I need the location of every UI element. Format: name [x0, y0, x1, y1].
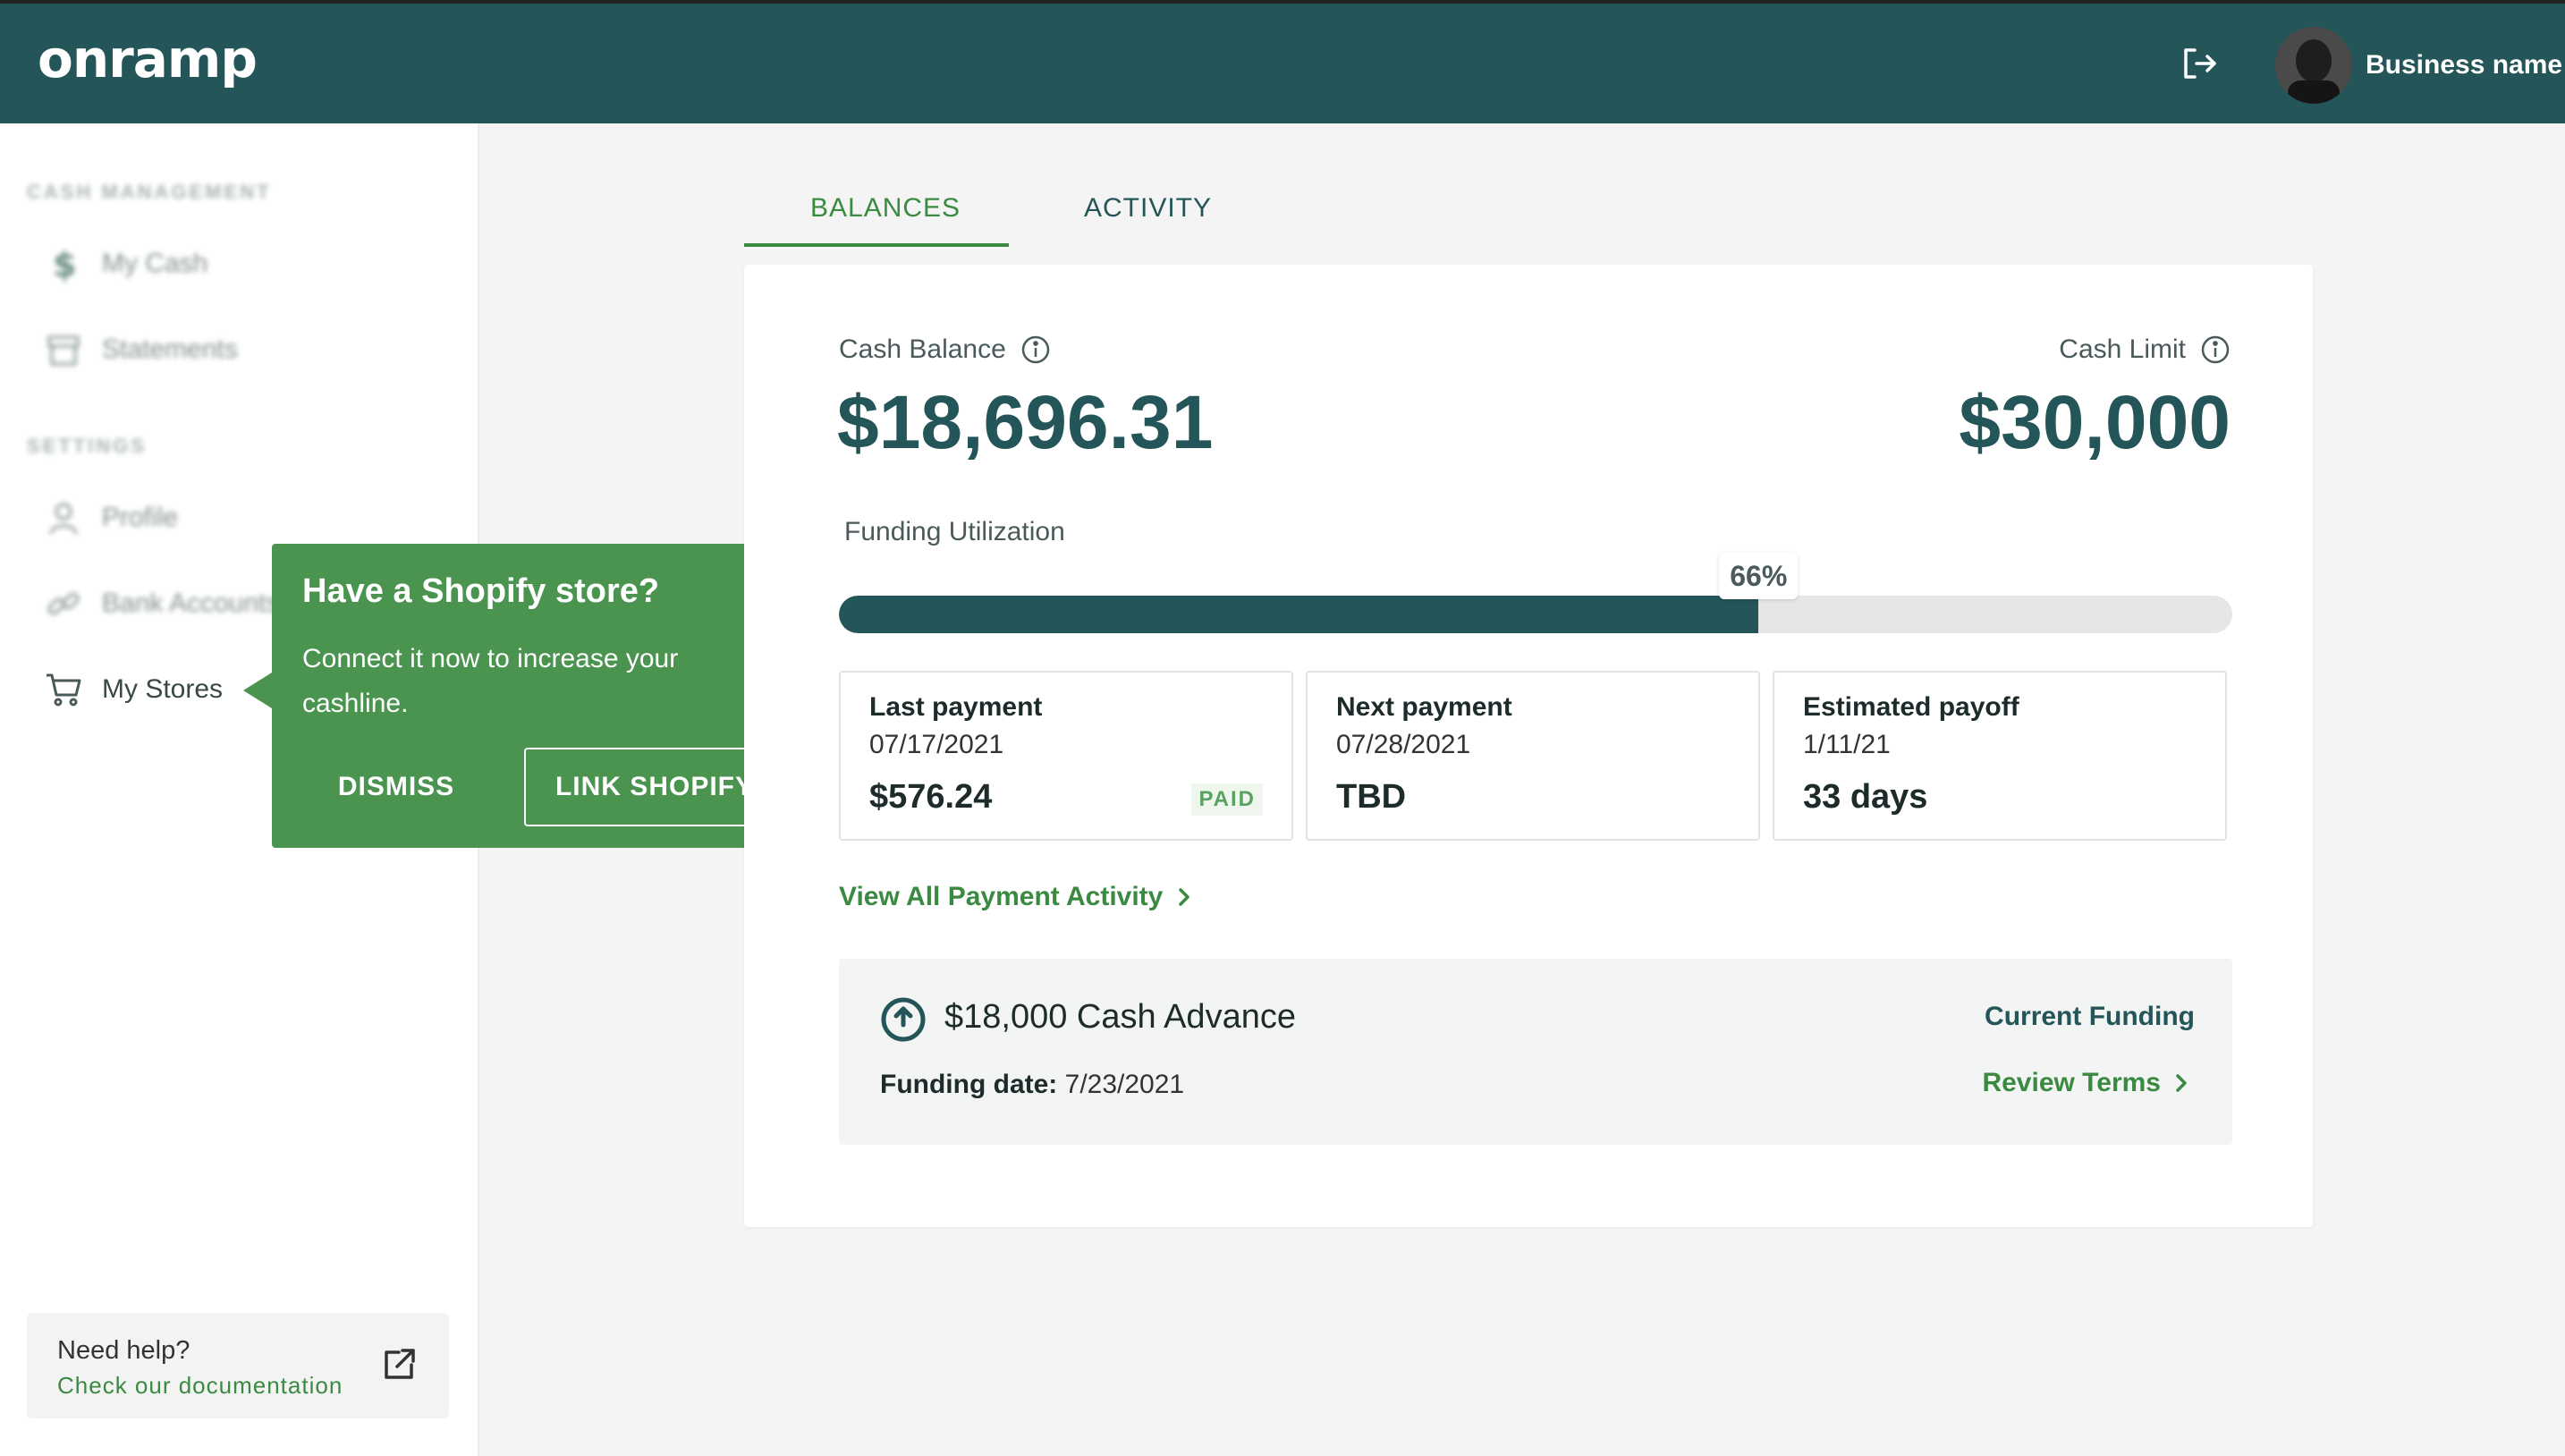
cart-icon — [43, 669, 84, 710]
stat-value: $576.24 — [869, 778, 993, 816]
funding-utilization-label: Funding Utilization — [844, 517, 1065, 546]
help-card[interactable]: Need help? Check our documentation — [27, 1313, 449, 1418]
info-icon[interactable] — [1020, 334, 1051, 365]
cash-limit-header: Cash Limit — [2059, 334, 2231, 365]
documentation-link[interactable]: Check our documentation — [57, 1372, 343, 1400]
stat-value: 33 days — [1803, 778, 1928, 816]
avatar[interactable] — [2275, 27, 2352, 104]
sidebar-item-profile[interactable]: Profile — [43, 495, 436, 540]
review-terms-link[interactable]: Review Terms — [1982, 1068, 2195, 1098]
funding-date: Funding date: 7/23/2021 — [880, 1070, 1184, 1100]
view-all-label: View All Payment Activity — [839, 882, 1164, 911]
tab-activity[interactable]: ACTIVITY — [1084, 193, 1212, 224]
help-title: Need help? — [57, 1336, 190, 1365]
user-icon — [43, 497, 84, 538]
business-name[interactable]: Business name — [2366, 50, 2562, 80]
estimated-payoff-box: Estimated payoff 1/11/21 33 days — [1773, 671, 2227, 841]
chevron-right-icon — [2176, 1074, 2187, 1092]
stat-title: Estimated payoff — [1803, 692, 2019, 722]
funding-utilization-fill — [839, 596, 1759, 633]
cash-advance-title: $18,000 Cash Advance — [944, 998, 1296, 1036]
sidebar-item-label: Profile — [102, 503, 179, 532]
advance-status-icon — [880, 996, 927, 1043]
dismiss-button[interactable]: DISMISS — [302, 748, 490, 826]
logout-icon[interactable] — [2179, 43, 2220, 84]
sidebar-item-label: Bank Accounts — [102, 588, 280, 618]
stat-date: 07/17/2021 — [869, 730, 1004, 759]
active-tab-indicator — [744, 243, 1009, 247]
cash-balance-header: Cash Balance — [839, 334, 1051, 365]
popover-title: Have a Shopify store? — [302, 572, 660, 610]
paid-badge: PAID — [1191, 783, 1263, 816]
cash-balance-value: $18,696.31 — [837, 380, 1214, 464]
cash-limit-value: $30,000 — [1959, 380, 2231, 464]
sidebar-item-label: Statements — [102, 334, 238, 364]
funding-utilization-bar — [839, 596, 2232, 633]
stat-title: Next payment — [1336, 692, 1512, 722]
stat-title: Last payment — [869, 692, 1043, 722]
link-icon — [43, 583, 84, 624]
sidebar-item-label: My Cash — [102, 249, 208, 278]
top-navigation-bar: onramp Business name — [0, 0, 2565, 123]
tab-balances[interactable]: BALANCES — [810, 193, 961, 224]
info-icon[interactable] — [2200, 334, 2231, 365]
external-link-icon[interactable] — [379, 1345, 419, 1384]
onramp-logo[interactable]: onramp — [38, 29, 258, 89]
section-title-cash-management: CASH MANAGEMENT — [27, 181, 272, 203]
cash-limit-label: Cash Limit — [2059, 334, 2186, 364]
popover-body: Connect it now to increase your cashline… — [302, 644, 679, 718]
svg-text:$: $ — [53, 246, 76, 282]
stat-value: TBD — [1336, 778, 1407, 816]
cash-advance-panel: $18,000 Cash Advance Funding date: 7/23/… — [839, 959, 2232, 1145]
current-funding-status: Current Funding — [1985, 1002, 2195, 1031]
utilization-percent-label: 66% — [1719, 553, 1799, 599]
dollar-icon: $ — [43, 243, 84, 284]
view-all-payment-activity-link[interactable]: View All Payment Activity — [839, 882, 1200, 912]
section-title-settings: SETTINGS — [27, 435, 148, 457]
chevron-right-icon — [1179, 888, 1190, 906]
stat-date: 07/28/2021 — [1336, 730, 1471, 759]
funding-date-label: Funding date: — [880, 1070, 1058, 1099]
cash-balance-label: Cash Balance — [839, 334, 1006, 364]
stat-date: 1/11/21 — [1803, 730, 1891, 759]
archive-icon — [43, 329, 84, 370]
review-terms-label: Review Terms — [1982, 1068, 2161, 1097]
last-payment-box: Last payment 07/17/2021 $576.24 PAID — [839, 671, 1293, 841]
sidebar-item-my-cash[interactable]: $ My Cash — [43, 241, 436, 286]
sidebar-item-label: My Stores — [102, 674, 224, 704]
shopify-popover: Have a Shopify store? Connect it now to … — [243, 544, 808, 848]
balances-card: Cash Balance Cash Limit $18,696.31 $30,0… — [744, 265, 2313, 1227]
next-payment-box: Next payment 07/28/2021 TBD — [1306, 671, 1760, 841]
sidebar-item-statements[interactable]: Statements — [43, 327, 436, 372]
funding-date-value: 7/23/2021 — [1064, 1070, 1185, 1099]
